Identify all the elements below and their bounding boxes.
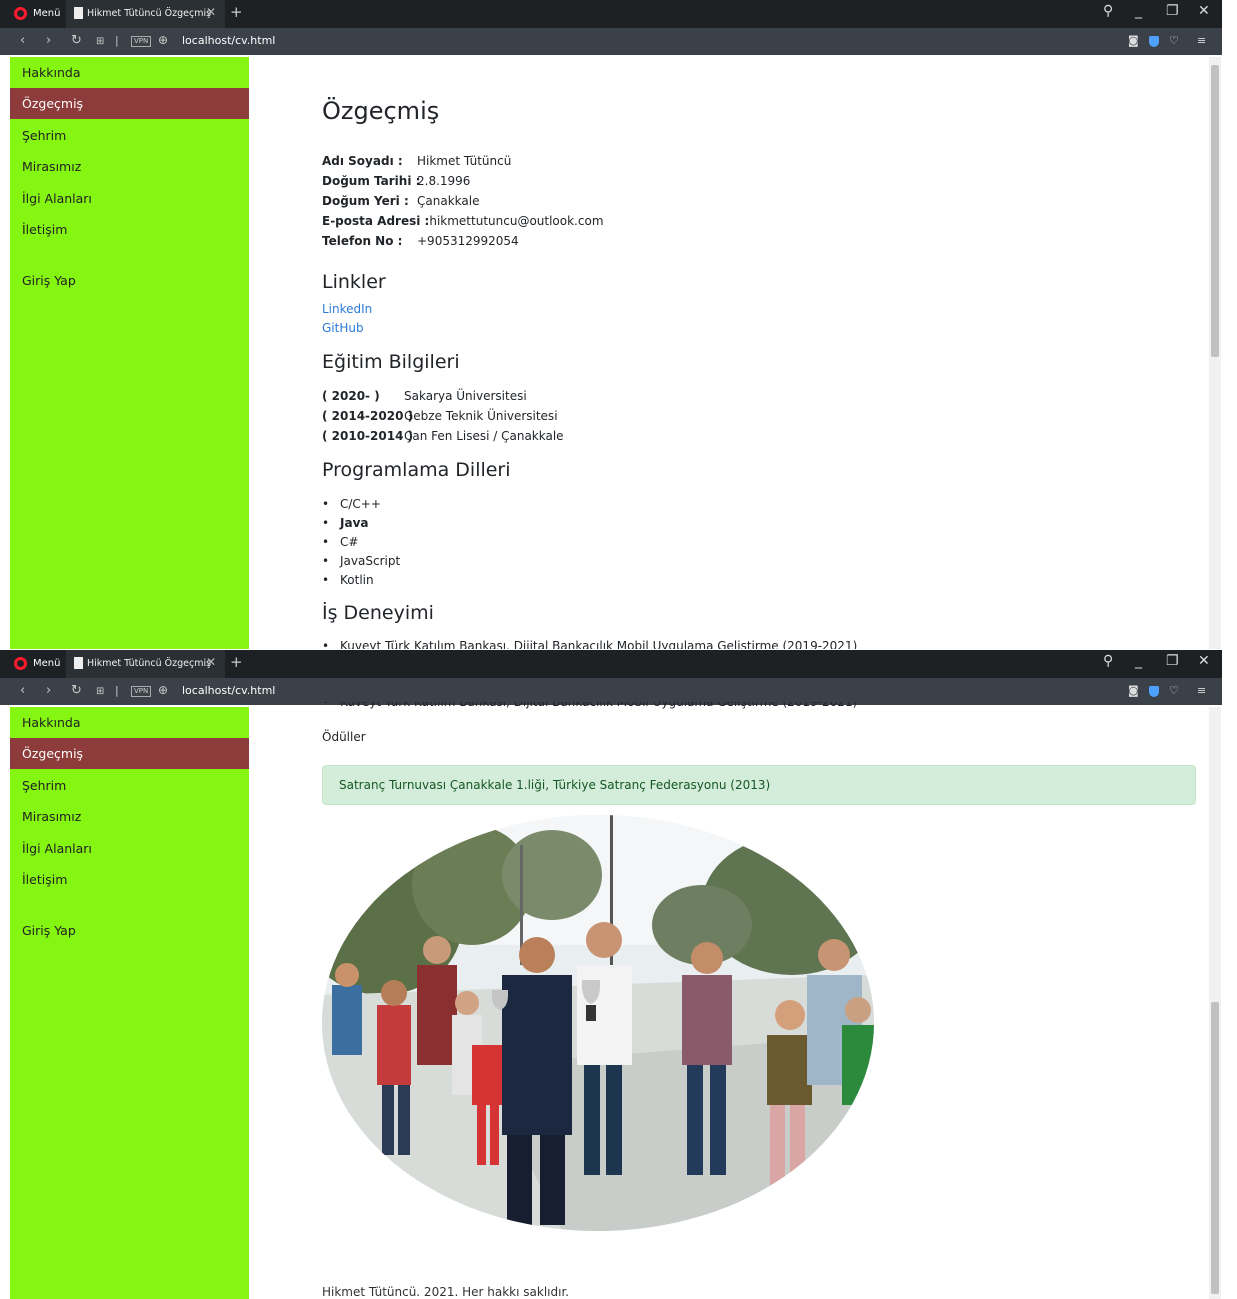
sidebar-item-giris-yap[interactable]: Giriş Yap [10,915,249,946]
sidebar-item-ozgecmis[interactable]: Özgeçmiş [10,738,249,769]
sidebar-item-giris-yap[interactable]: Giriş Yap [10,265,249,296]
sidebar-item-iletisim[interactable]: İletişim [10,214,249,245]
back-icon[interactable]: ‹ [20,33,25,48]
tab-title: Hikmet Tütüncü Özgeçmiş [87,8,212,19]
forward-icon[interactable]: › [46,33,51,48]
sidebar-item-hakkinda[interactable]: Hakkında [10,57,249,88]
vpn-badge[interactable]: VPN [131,36,152,47]
globe-icon: ⊕ [158,33,169,47]
github-link[interactable]: GitHub [322,321,364,335]
info-email: E-posta Adresi :hikmettutuncu@outlook.co… [322,214,604,228]
tab-title: Hikmet Tütüncü Özgeçmiş [87,658,212,669]
reload-icon[interactable]: ↻ [71,33,82,48]
page-title: Özgeçmiş [322,97,440,125]
award-ceremony-photo [322,815,874,1231]
info-name: Adı Soyadı : Hikmet Tütüncü [322,154,512,168]
separator-icon: | [115,684,119,697]
main-content: Özgeçmiş Adı Soyadı : Hikmet Tütüncü Doğu… [322,97,858,649]
minimize-icon[interactable]: _ [1135,653,1142,669]
opera-logo-icon[interactable] [14,657,27,670]
links-heading: Linkler [322,271,386,293]
page-icon [74,657,83,669]
education-row: ( 2014-2020 )Gebze Teknik Üniversitesi [322,409,558,423]
new-tab-icon[interactable]: + [230,3,243,21]
scrollbar-thumb[interactable] [1211,65,1219,357]
back-icon[interactable]: ‹ [20,683,25,698]
experience-heading: İş Deneyimi [322,602,434,624]
vpn-badge[interactable]: VPN [131,686,152,697]
close-window-icon[interactable]: ✕ [1198,653,1210,669]
sidebar: Hakkında Özgeçmiş Şehrim Mirasımız İlgi … [10,57,249,649]
close-tab-icon[interactable]: ✕ [206,5,216,19]
sidebar-item-mirasimiz[interactable]: Mirasımız [10,151,249,182]
speed-dial-icon[interactable]: ⊞ [96,36,104,47]
menu-button[interactable]: Menü [33,8,60,19]
restore-icon[interactable]: ❐ [1166,653,1179,669]
sidebar-item-hakkinda[interactable]: Hakkında [10,707,249,738]
separator-icon: | [115,34,119,47]
browser-tab[interactable]: Hikmet Tütüncü Özgeçmiş ✕ [66,650,225,678]
snapshot-icon[interactable]: ◙ [1128,684,1139,697]
opera-logo-icon[interactable] [14,7,27,20]
sidebar-item-mirasimiz[interactable]: Mirasımız [10,801,249,832]
sidebar-item-ilgi-alanlari[interactable]: İlgi Alanları [10,833,249,864]
education-row: ( 2020- ) Sakarya Üniversitesi [322,389,527,403]
new-tab-icon[interactable]: + [230,653,243,671]
url-field[interactable]: localhost/cv.html [182,684,275,697]
heart-icon[interactable]: ♡ [1169,684,1179,697]
linkedin-link[interactable]: LinkedIn [322,302,372,316]
experience-item-partial: Kuveyt Türk Katılım Bankası, Dijital Ban… [322,702,858,709]
scrollbar-thumb[interactable] [1211,1002,1219,1294]
forward-icon[interactable]: › [46,683,51,698]
tab-bar: Menü Hikmet Tütüncü Özgeçmiş ✕ + ⚲ _ ❐ ✕ [0,650,1222,678]
browser-tab[interactable]: Hikmet Tütüncü Özgeçmiş ✕ [66,0,225,28]
award-photo-image [322,815,874,1231]
page-icon [74,7,83,19]
url-field[interactable]: localhost/cv.html [182,34,275,47]
shield-icon[interactable] [1149,686,1159,697]
menu-button[interactable]: Menü [33,658,60,669]
sidebar-item-ilgi-alanlari[interactable]: İlgi Alanları [10,183,249,214]
sidebar-item-sehrim[interactable]: Şehrim [10,120,249,151]
info-birthplace: Doğum Yeri : Çanakkale [322,194,480,208]
speed-dial-icon[interactable]: ⊞ [96,686,104,697]
scrollbar[interactable] [1209,707,1221,1299]
address-bar: ‹ › ↻ ⊞ | VPN ⊕ localhost/cv.html ◙ ♡ ≡ [0,678,1222,705]
easy-setup-icon[interactable]: ≡ [1197,684,1206,697]
awards-heading: Ödüller [322,730,366,744]
scrollbar[interactable] [1209,57,1221,649]
sidebar-item-sehrim[interactable]: Şehrim [10,770,249,801]
sidebar-item-iletisim[interactable]: İletişim [10,864,249,895]
sidebar-item-ozgecmis[interactable]: Özgeçmiş [10,88,249,119]
footer-text: Hikmet Tütüncü. 2021. Her hakkı saklıdır… [322,1285,570,1299]
education-row: ( 2010-2014 )Çan Fen Lisesi / Çanakkale [322,429,564,443]
browser-window-top: Menü Hikmet Tütüncü Özgeçmiş ✕ + ⚲ _ ❐ ✕… [0,0,1237,649]
globe-icon: ⊕ [158,683,169,697]
reload-icon[interactable]: ↻ [71,683,82,698]
sidebar: Hakkında Özgeçmiş Şehrim Mirasımız İlgi … [10,707,249,1299]
search-icon[interactable]: ⚲ [1103,653,1113,669]
browser-window-bottom: Menü Hikmet Tütüncü Özgeçmiş ✕ + ⚲ _ ❐ ✕… [0,650,1237,1299]
education-heading: Eğitim Bilgileri [322,351,460,373]
info-birthdate: Doğum Tarihi :2.8.1996 [322,174,471,188]
languages-heading: Programlama Dilleri [322,459,511,481]
award-alert: Satranç Turnuvası Çanakkale 1.liği, Türk… [322,765,1196,805]
close-tab-icon[interactable]: ✕ [206,655,216,669]
info-phone: Telefon No : +905312992054 [322,234,519,248]
